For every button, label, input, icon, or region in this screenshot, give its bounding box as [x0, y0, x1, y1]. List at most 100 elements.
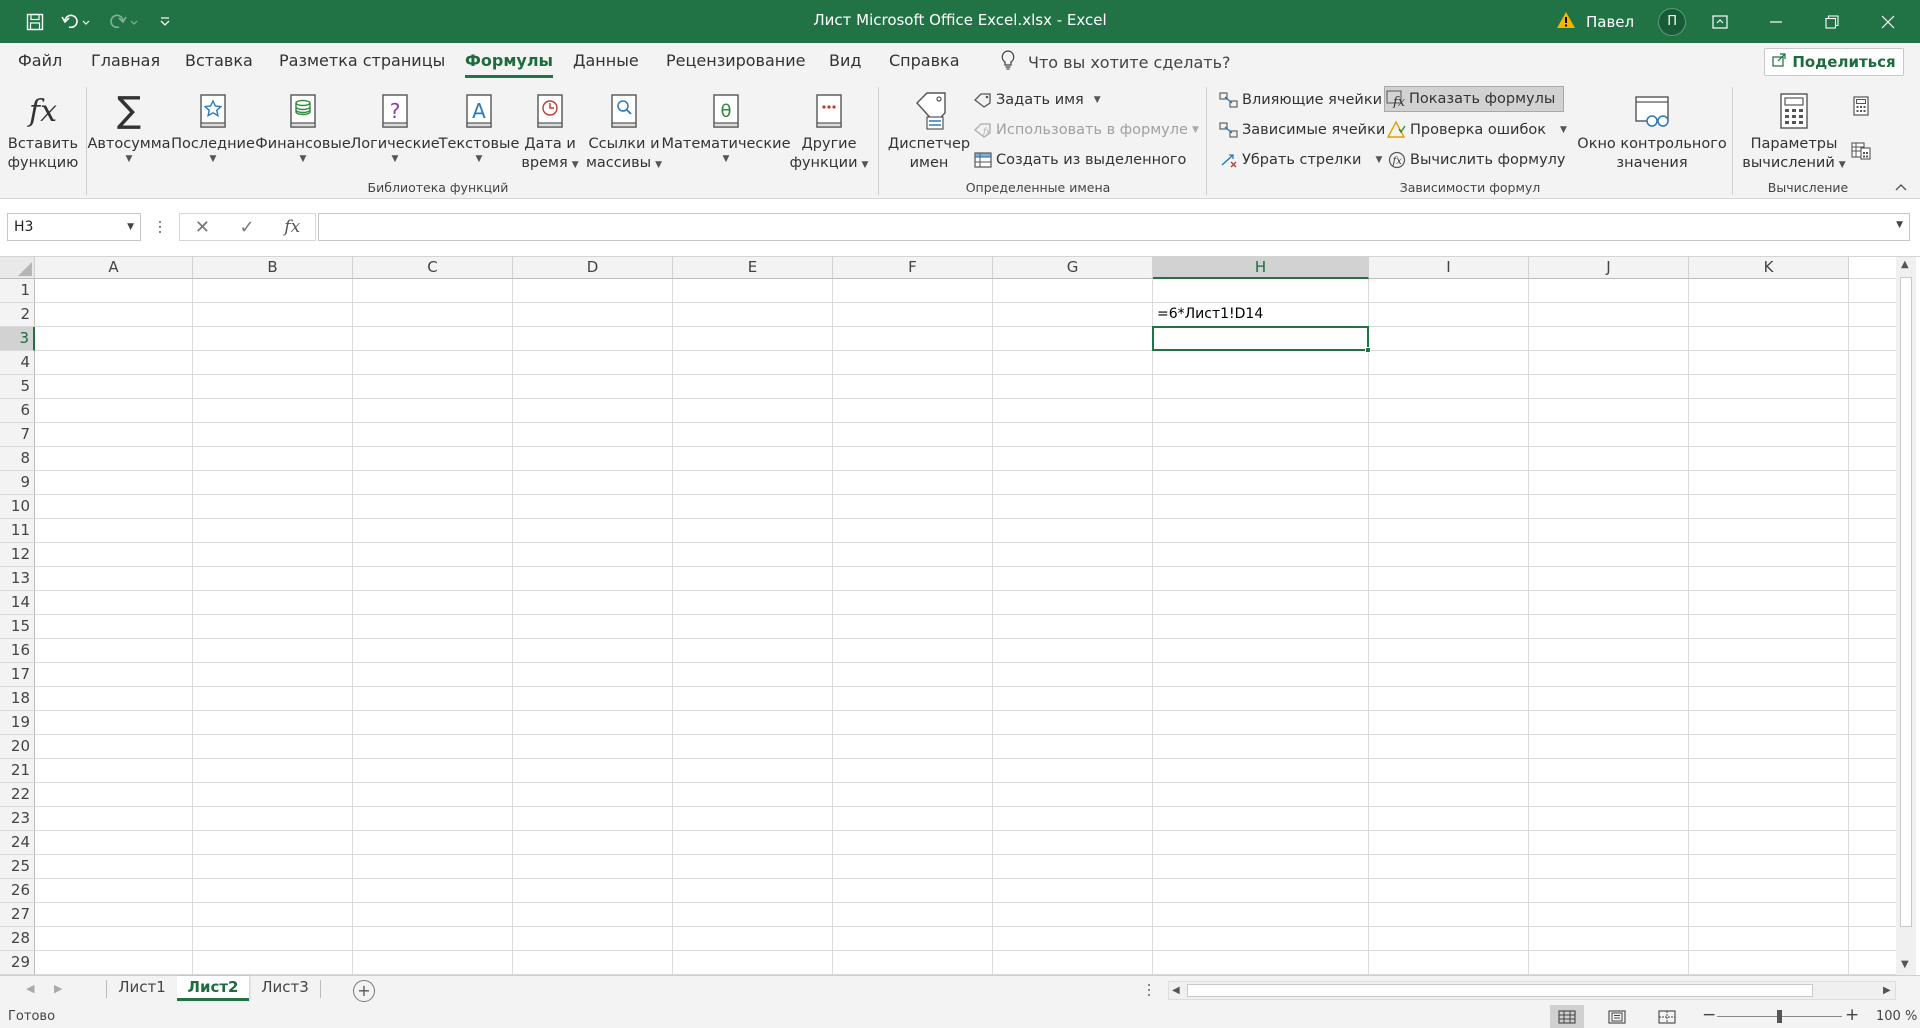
remove-arrows-button[interactable]: Убрать стрелки ▼	[1218, 148, 1382, 172]
undo-icon[interactable]	[56, 0, 96, 43]
normal-view-icon[interactable]	[1550, 1005, 1584, 1028]
horizontal-scrollbar[interactable]: ◀ ▶	[1168, 981, 1896, 1000]
expand-formula-bar-icon[interactable]: ▼	[1896, 220, 1903, 230]
row-header-11[interactable]: 11	[0, 519, 35, 543]
tab-split-grip[interactable]	[1148, 984, 1150, 996]
column-header-c[interactable]: C	[353, 257, 513, 279]
row-header-13[interactable]: 13	[0, 567, 35, 591]
row-header-27[interactable]: 27	[0, 903, 35, 927]
vertical-scrollbar[interactable]: ▲ ▼	[1896, 257, 1916, 975]
column-header-a[interactable]: A	[35, 257, 193, 279]
row-header-3[interactable]: 3	[0, 327, 35, 351]
row-header-12[interactable]: 12	[0, 543, 35, 567]
watch-window-button[interactable]: Окно контрольного значения	[1576, 87, 1728, 173]
lookup-reference-button[interactable]: Ссылки и массивы ▼	[584, 87, 664, 175]
column-header-b[interactable]: B	[193, 257, 353, 279]
close-icon[interactable]	[1860, 0, 1916, 43]
column-header-d[interactable]: D	[513, 257, 673, 279]
column-header-e[interactable]: E	[673, 257, 833, 279]
autosum-button[interactable]: ∑ Автосумма ▼	[87, 87, 170, 164]
tab-view[interactable]: Вид	[829, 43, 861, 81]
row-header-7[interactable]: 7	[0, 423, 35, 447]
column-header-i[interactable]: I	[1369, 257, 1529, 279]
define-name-button[interactable]: Задать имя ▼	[972, 88, 1101, 112]
row-header-4[interactable]: 4	[0, 351, 35, 375]
row-header-19[interactable]: 19	[0, 711, 35, 735]
error-checking-button[interactable]: Проверка ошибок ▼	[1386, 118, 1567, 142]
tell-me-search[interactable]: Что вы хотите сделать?	[1000, 43, 1231, 81]
page-layout-view-icon[interactable]	[1600, 1005, 1634, 1028]
row-header-29[interactable]: 29	[0, 951, 35, 975]
math-trig-button[interactable]: θ Математические ▼	[661, 87, 791, 164]
prev-sheet-icon[interactable]: ◀	[26, 982, 34, 995]
chevron-down-icon[interactable]: ▼	[127, 214, 134, 240]
row-header-21[interactable]: 21	[0, 759, 35, 783]
vertical-scroll-thumb[interactable]	[1900, 277, 1912, 927]
row-header-5[interactable]: 5	[0, 375, 35, 399]
tab-help[interactable]: Справка	[889, 43, 960, 81]
name-box[interactable]: H3 ▼	[7, 213, 141, 241]
row-header-9[interactable]: 9	[0, 471, 35, 495]
row-header-24[interactable]: 24	[0, 831, 35, 855]
row-header-28[interactable]: 28	[0, 927, 35, 951]
row-header-16[interactable]: 16	[0, 639, 35, 663]
use-in-formula-button[interactable]: fx Использовать в формуле ▼	[972, 118, 1199, 142]
share-button[interactable]: Поделиться	[1764, 48, 1904, 76]
financial-button[interactable]: Финансовые ▼	[255, 87, 351, 164]
column-header-k[interactable]: K	[1689, 257, 1849, 279]
trace-dependents-button[interactable]: Зависимые ячейки	[1218, 118, 1385, 142]
zoom-in-icon[interactable]: +	[1845, 1005, 1859, 1025]
cell-h2[interactable]: =6*Лист1!D14	[1157, 306, 1263, 322]
tab-review[interactable]: Рецензирование	[666, 43, 805, 81]
column-header-h[interactable]: H	[1153, 257, 1369, 279]
column-header-g[interactable]: G	[993, 257, 1153, 279]
row-header-26[interactable]: 26	[0, 879, 35, 903]
column-header-f[interactable]: F	[833, 257, 993, 279]
spreadsheet-grid[interactable]: ABCDEFGHIJK 1 2 3 4 5 6 7 8 9 10 11 12 13 14 15 16 17 18 1…	[0, 257, 1920, 975]
fill-handle[interactable]	[1365, 347, 1371, 353]
add-sheet-button[interactable]: +	[353, 980, 375, 1002]
scroll-down-icon[interactable]: ▼	[1901, 959, 1909, 970]
row-header-2[interactable]: 2	[0, 303, 35, 327]
tab-home[interactable]: Главная	[91, 43, 160, 81]
horizontal-scroll-thumb[interactable]	[1187, 984, 1813, 997]
select-all-corner[interactable]	[0, 257, 35, 279]
row-header-22[interactable]: 22	[0, 783, 35, 807]
calculation-options-button[interactable]: Параметры вычислений ▼	[1738, 87, 1850, 175]
text-functions-button[interactable]: A Текстовые ▼	[439, 87, 519, 164]
tab-data[interactable]: Данные	[573, 43, 639, 81]
customize-quick-access-icon[interactable]	[154, 0, 176, 43]
user-area[interactable]: Павел П	[1556, 0, 1687, 43]
row-header-1[interactable]: 1	[0, 279, 35, 303]
row-header-15[interactable]: 15	[0, 615, 35, 639]
zoom-out-icon[interactable]: −	[1702, 1005, 1716, 1025]
scroll-right-icon[interactable]: ▶	[1883, 985, 1891, 996]
redo-icon[interactable]	[104, 0, 144, 43]
row-header-14[interactable]: 14	[0, 591, 35, 615]
name-manager-button[interactable]: Диспетчер имен	[884, 87, 974, 173]
trace-precedents-button[interactable]: Влияющие ячейки	[1218, 88, 1382, 112]
next-sheet-icon[interactable]: ▶	[54, 982, 62, 995]
calculate-now-button[interactable]	[1850, 94, 1874, 118]
row-header-25[interactable]: 25	[0, 855, 35, 879]
zoom-level[interactable]: 100 %	[1876, 1009, 1917, 1024]
sheet-tab-2[interactable]: Лист2	[177, 976, 249, 1001]
row-header-18[interactable]: 18	[0, 687, 35, 711]
avatar[interactable]: П	[1658, 7, 1687, 36]
row-header-23[interactable]: 23	[0, 807, 35, 831]
tab-file[interactable]: Файл	[18, 43, 62, 81]
evaluate-formula-button[interactable]: fx Вычислить формулу	[1386, 148, 1566, 172]
tab-formulas[interactable]: Формулы	[465, 43, 554, 81]
scroll-up-icon[interactable]: ▲	[1901, 259, 1909, 270]
recently-used-button[interactable]: Последние ▼	[171, 87, 255, 164]
insert-function-icon[interactable]: fx	[284, 217, 300, 237]
column-header-j[interactable]: J	[1529, 257, 1689, 279]
active-cell-h3[interactable]	[1152, 326, 1369, 351]
sheet-tab-3[interactable]: Лист3	[251, 976, 319, 1001]
logical-button[interactable]: ? Логические ▼	[350, 87, 440, 164]
page-break-view-icon[interactable]	[1650, 1005, 1684, 1028]
save-icon[interactable]	[20, 0, 50, 43]
create-from-selection-button[interactable]: Создать из выделенного	[972, 148, 1186, 172]
show-formulas-button[interactable]: fx Показать формулы	[1384, 86, 1565, 112]
row-header-8[interactable]: 8	[0, 447, 35, 471]
